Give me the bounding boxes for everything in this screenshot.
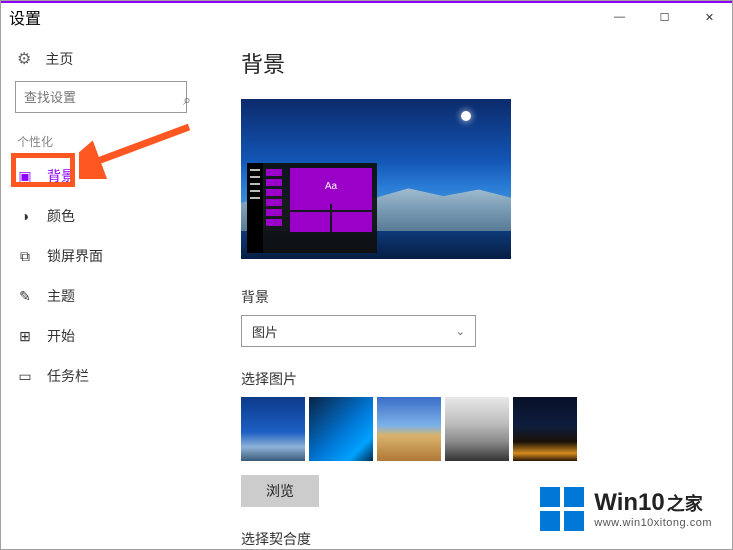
sidebar-item-lockscreen[interactable]: ⧉ 锁屏界面	[1, 236, 201, 276]
background-preview: Aa	[241, 99, 511, 259]
gear-icon: ⚙	[17, 49, 31, 69]
sidebar-item-label: 任务栏	[47, 366, 89, 386]
start-icon: ⊞	[17, 328, 33, 345]
monitor-icon: ⧉	[17, 248, 33, 265]
browse-button[interactable]: 浏览	[241, 475, 319, 507]
thumbnail-1[interactable]	[241, 397, 305, 461]
fit-label: 选择契合度	[241, 529, 712, 549]
thumbnail-4[interactable]	[445, 397, 509, 461]
sidebar-item-label: 背景	[47, 166, 75, 186]
sidebar-item-label: 锁屏界面	[47, 246, 103, 266]
thumbnail-row	[241, 397, 712, 461]
watermark: Win10之家 www.win10xitong.com	[540, 487, 712, 531]
window-controls: — ☐ ✕	[597, 3, 732, 31]
search-input[interactable]	[15, 81, 187, 113]
sidebar-item-colors[interactable]: ◑ 颜色	[1, 196, 201, 236]
sidebar-item-themes[interactable]: ✎ 主题	[1, 276, 201, 316]
thumbnail-5[interactable]	[513, 397, 577, 461]
sidebar: ⚙ 主页 ⌕ 个性化 ▣ 背景 ◑ 颜色 ⧉ 锁屏界面 ✎ 主题 ⊞ 开始 ▭	[1, 31, 201, 549]
picture-icon: ▣	[17, 168, 33, 185]
home-label: 主页	[45, 49, 73, 69]
sidebar-item-label: 颜色	[47, 206, 75, 226]
thumbnail-2[interactable]	[309, 397, 373, 461]
page-title: 背景	[241, 47, 712, 79]
section-label: 个性化	[1, 123, 201, 156]
windows-logo-icon	[540, 487, 584, 531]
watermark-url: www.win10xitong.com	[594, 517, 712, 529]
sidebar-item-label: 开始	[47, 326, 75, 346]
chevron-down-icon: ⌄	[456, 325, 465, 338]
titlebar: 设置 — ☐ ✕	[1, 1, 732, 31]
close-button[interactable]: ✕	[687, 3, 732, 31]
window-title: 设置	[9, 5, 41, 29]
brush-icon: ✎	[17, 288, 33, 305]
taskbar-icon: ▭	[17, 368, 33, 385]
sidebar-item-start[interactable]: ⊞ 开始	[1, 316, 201, 356]
maximize-icon: ☐	[660, 11, 670, 24]
minimize-icon: —	[614, 11, 625, 23]
close-icon: ✕	[705, 11, 714, 24]
dropdown-value: 图片	[252, 322, 278, 341]
sidebar-item-label: 主题	[47, 286, 75, 306]
preview-moon	[461, 111, 471, 121]
preview-start-menu: Aa	[247, 163, 377, 253]
main-content: 背景 Aa 背景 图片 ⌄ 选择图片	[201, 31, 732, 549]
background-type-dropdown[interactable]: 图片 ⌄	[241, 315, 476, 347]
watermark-title: Win10之家	[594, 489, 712, 517]
choose-picture-label: 选择图片	[241, 369, 712, 389]
sidebar-item-background[interactable]: ▣ 背景	[1, 156, 201, 196]
home-button[interactable]: ⚙ 主页	[1, 41, 201, 77]
sidebar-item-taskbar[interactable]: ▭ 任务栏	[1, 356, 201, 396]
maximize-button[interactable]: ☐	[642, 3, 687, 31]
palette-icon: ◑	[17, 208, 33, 224]
minimize-button[interactable]: —	[597, 3, 642, 31]
thumbnail-3[interactable]	[377, 397, 441, 461]
background-type-label: 背景	[241, 287, 712, 307]
